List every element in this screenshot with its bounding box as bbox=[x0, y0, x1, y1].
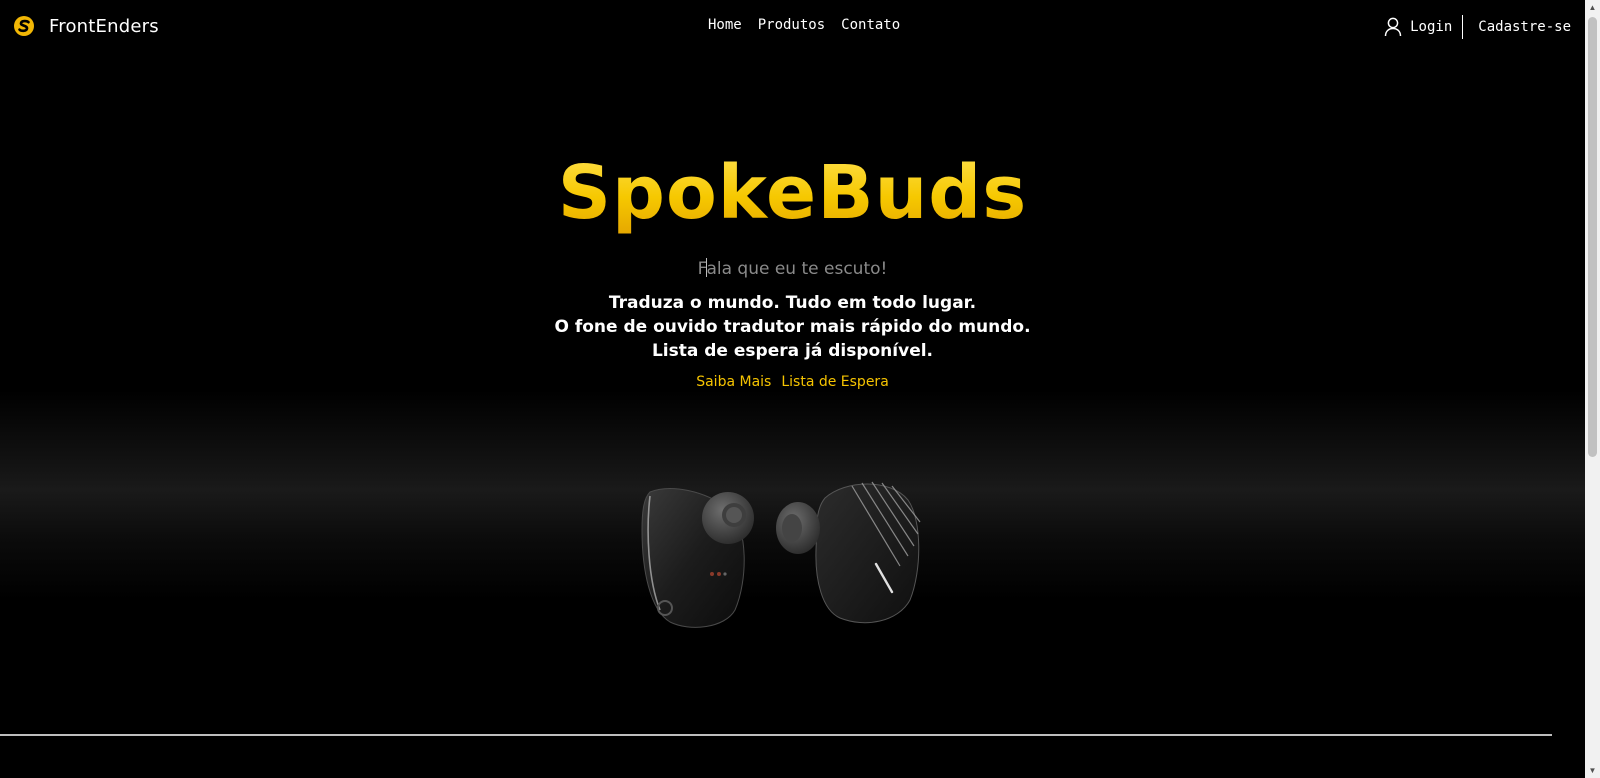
description-line-3: Lista de espera já disponível. bbox=[651, 341, 934, 361]
signup-link[interactable]: Cadastre-se bbox=[1478, 19, 1571, 35]
tagline-rest: ala que eu te escuto! bbox=[706, 259, 888, 279]
site-header: FrontEnders Home Produtos Contato Login … bbox=[0, 0, 1585, 54]
nav-contato[interactable]: Contato bbox=[841, 17, 900, 33]
nav-produtos[interactable]: Produtos bbox=[758, 17, 825, 33]
auth-divider bbox=[1462, 15, 1464, 39]
brand-logo-icon bbox=[14, 16, 34, 36]
vertical-scrollbar[interactable]: ▲ ▼ bbox=[1585, 0, 1600, 778]
scroll-down-arrow-icon[interactable]: ▼ bbox=[1585, 763, 1600, 778]
page: FrontEnders Home Produtos Contato Login … bbox=[0, 0, 1585, 778]
description-line-2: O fone de ouvido tradutor mais rápido do… bbox=[554, 317, 1031, 337]
section-divider bbox=[0, 734, 1552, 736]
nav-home[interactable]: Home bbox=[708, 17, 742, 33]
login-label: Login bbox=[1410, 19, 1453, 35]
hero-tagline: Fala que eu te escuto! bbox=[0, 258, 1585, 279]
brand[interactable]: FrontEnders bbox=[13, 15, 159, 37]
user-icon bbox=[1384, 17, 1402, 37]
hero-description: Traduza o mundo. Tudo em todo lugar. O f… bbox=[0, 291, 1585, 363]
hero-title: SpokeBuds bbox=[0, 150, 1585, 236]
scroll-thumb[interactable] bbox=[1588, 17, 1597, 457]
lista-de-espera-link[interactable]: Lista de Espera bbox=[781, 374, 888, 390]
scroll-up-arrow-icon[interactable]: ▲ bbox=[1585, 0, 1600, 15]
main-nav: Home Produtos Contato bbox=[708, 17, 900, 33]
description-line-1: Traduza o mundo. Tudo em todo lugar. bbox=[608, 293, 977, 313]
auth-links: Login Cadastre-se bbox=[1384, 15, 1571, 39]
right-earbud bbox=[815, 483, 920, 624]
saiba-mais-link[interactable]: Saiba Mais bbox=[696, 374, 771, 390]
brand-name: FrontEnders bbox=[49, 15, 159, 37]
earbuds-image bbox=[641, 481, 921, 628]
hero-cta-links: Saiba Mais Lista de Espera bbox=[0, 374, 1585, 390]
login-link[interactable]: Login bbox=[1384, 17, 1452, 37]
